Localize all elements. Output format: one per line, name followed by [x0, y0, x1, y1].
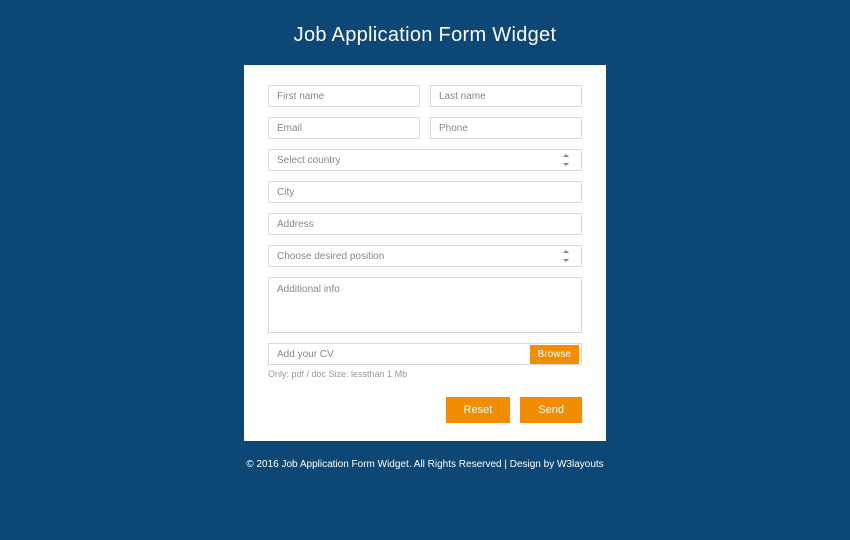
form-card: Select country Choose desired position A… — [244, 65, 606, 441]
first-name-input[interactable] — [268, 85, 420, 107]
form-actions: Reset Send — [268, 397, 582, 423]
last-name-input[interactable] — [430, 85, 582, 107]
footer-copyright: © 2016 Job Application Form Widget. All … — [246, 459, 557, 470]
reset-button[interactable]: Reset — [446, 397, 511, 423]
sort-arrows-icon — [563, 250, 571, 262]
email-input[interactable] — [268, 117, 420, 139]
city-input[interactable] — [268, 181, 582, 203]
additional-info-textarea[interactable] — [268, 277, 582, 333]
cv-hint: Only: pdf / doc Size: lessthan 1 Mb — [268, 369, 582, 379]
position-select[interactable]: Choose desired position — [268, 245, 582, 267]
send-button[interactable]: Send — [520, 397, 582, 423]
phone-input[interactable] — [430, 117, 582, 139]
cv-upload-placeholder: Add your CV — [277, 349, 334, 360]
sort-arrows-icon — [563, 154, 571, 166]
country-select[interactable]: Select country — [268, 149, 582, 171]
browse-button[interactable]: Browse — [530, 345, 579, 364]
footer: © 2016 Job Application Form Widget. All … — [0, 459, 850, 470]
address-input[interactable] — [268, 213, 582, 235]
footer-link[interactable]: W3layouts — [557, 459, 604, 470]
country-select-placeholder: Select country — [277, 155, 340, 166]
cv-upload[interactable]: Add your CV Browse — [268, 343, 582, 365]
position-select-placeholder: Choose desired position — [277, 251, 384, 262]
page-title: Job Application Form Widget — [0, 0, 850, 65]
